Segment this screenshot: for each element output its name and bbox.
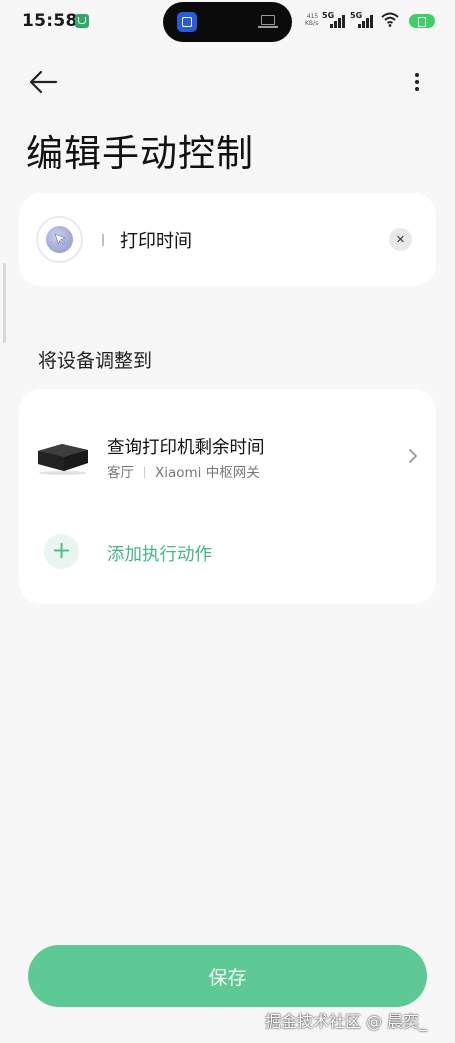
screen-share-icon: [177, 12, 197, 32]
screen: 15:58 415 KB/s 5G 5G 编辑手动控制 打印时间 ✕ 将设备调整…: [0, 0, 455, 1043]
signal-icon: [358, 15, 376, 28]
network-speed-unit: KB/s: [305, 20, 319, 27]
scroll-indicator: [3, 263, 6, 343]
status-time: 15:58: [22, 11, 78, 31]
battery-icon: [409, 14, 435, 28]
add-action-label: 添加执行动作: [107, 545, 212, 565]
more-options-icon[interactable]: [408, 70, 426, 94]
page-title: 编辑手动控制: [26, 132, 254, 175]
add-action-button[interactable]: + 添加执行动作: [19, 522, 436, 582]
section-label: 将设备调整到: [38, 350, 153, 372]
scene-icon-picker[interactable]: [36, 216, 83, 263]
signal-icon: [330, 15, 348, 28]
divider: [144, 467, 145, 478]
watermark: 掘金技术社区 @ 晨奕_: [265, 1012, 428, 1031]
network-speed-value: 415: [306, 13, 319, 20]
gateway-device-image: [38, 444, 88, 475]
action-room: 客厅: [107, 465, 134, 481]
name-card: ✕: [19, 193, 436, 286]
save-button[interactable]: 保存: [28, 945, 427, 1007]
action-device: Xiaomi 中枢网关: [155, 465, 260, 481]
chevron-right-icon: [409, 449, 417, 463]
scene-name-input[interactable]: [120, 223, 370, 257]
network-speed: 415 KB/s: [305, 13, 318, 27]
back-arrow-icon[interactable]: [28, 68, 58, 96]
close-icon: ✕: [395, 233, 406, 246]
action-item[interactable]: 查询打印机剩余时间 客厅 Xiaomi 中枢网关: [19, 407, 436, 505]
mi-home-notification-icon: [75, 14, 89, 28]
laptop-icon: [258, 15, 278, 29]
actions-card: 查询打印机剩余时间 客厅 Xiaomi 中枢网关 + 添加执行动作: [19, 389, 436, 604]
wifi-icon: [381, 12, 399, 27]
action-subtitle: 客厅 Xiaomi 中枢网关: [107, 461, 260, 481]
status-bar: 15:58 415 KB/s 5G 5G: [0, 0, 455, 44]
text-caret: [102, 234, 104, 246]
cursor-click-icon: [46, 226, 73, 253]
action-title: 查询打印机剩余时间: [107, 438, 265, 458]
clear-name-button[interactable]: ✕: [389, 228, 412, 251]
dynamic-island[interactable]: [163, 2, 292, 42]
plus-icon: +: [44, 534, 79, 569]
